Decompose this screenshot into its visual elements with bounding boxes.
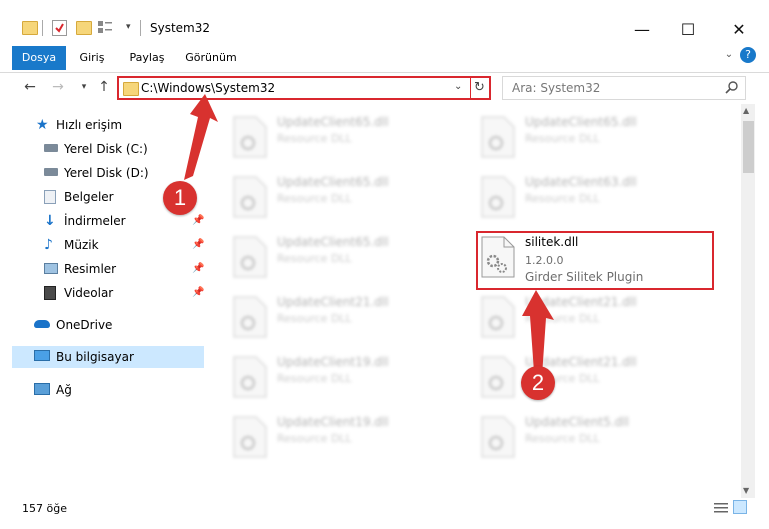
annotation-arrows [184, 94, 554, 376]
arrow-2 [522, 290, 554, 376]
step-badge-1: 1 [163, 181, 197, 215]
step-badge-2: 2 [521, 366, 555, 400]
arrow-1 [184, 94, 218, 180]
